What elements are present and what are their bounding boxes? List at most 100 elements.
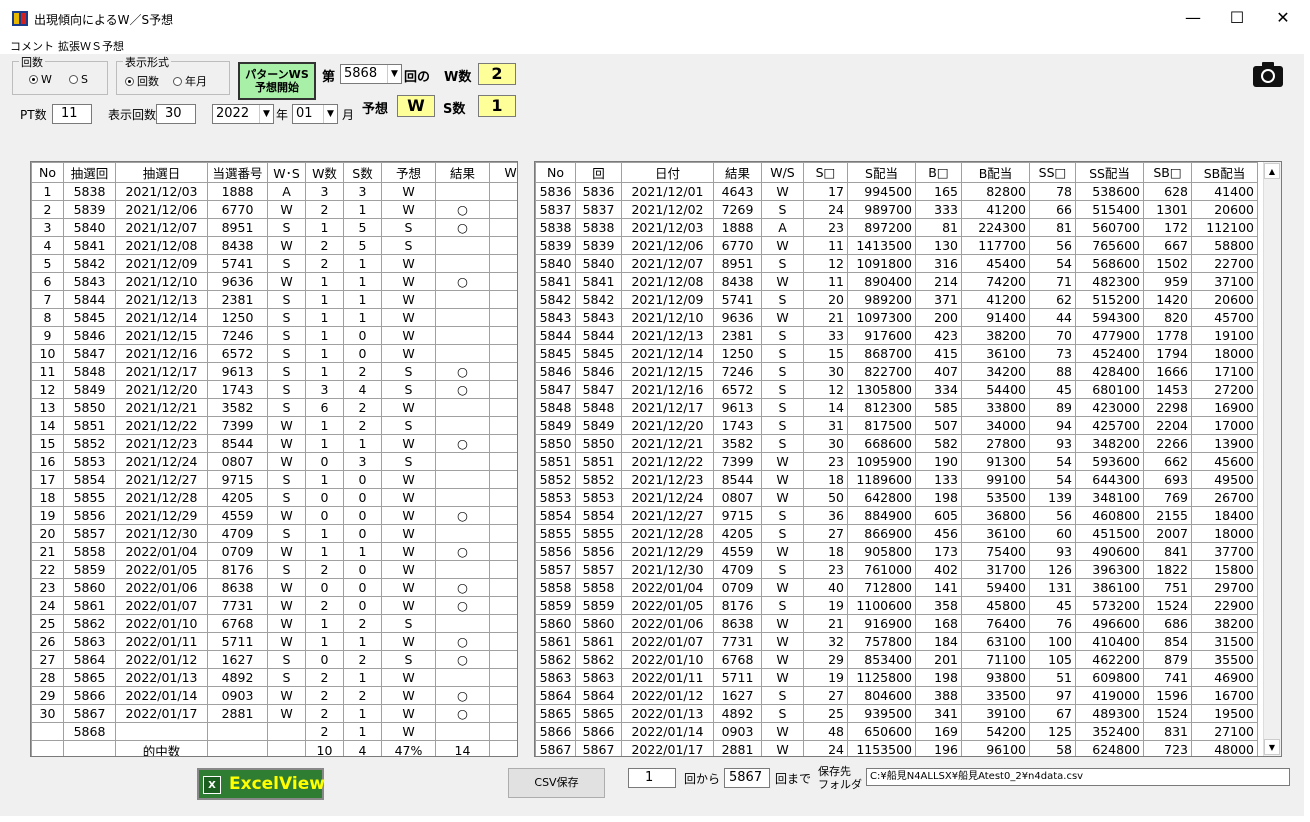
col-header-draw-round[interactable]: 抽選回	[63, 162, 116, 183]
col-header-ws[interactable]: W･S	[267, 162, 306, 183]
col-header-result[interactable]: 結果	[713, 162, 762, 183]
table-row[interactable]: 5860 5860 2022/01/06 8638 W 21 916900 168 76400 7…	[535, 614, 1258, 633]
col-header-prediction[interactable]: 予想	[381, 162, 436, 183]
table-row[interactable]: 5837 5837 2021/12/02 7269 S 24 989700 333 41200 6…	[535, 200, 1258, 219]
col-header-round[interactable]: 回	[575, 162, 622, 183]
display-count-input[interactable]: 30	[156, 104, 196, 124]
table-row[interactable]: 2 5839 2021/12/06 6770 W 2 1 W ○	[31, 200, 517, 219]
table-row[interactable]: 8 5845 2021/12/14 1250 S 1 1 W	[31, 308, 517, 327]
table-row[interactable]: 15 5852 2021/12/23 8544 W 1 1 W ○	[31, 434, 517, 453]
left-grid[interactable]: No 抽選回 抽選日 当選番号 W･S W数 S数 予想 結果 W 1 5838 2…	[30, 161, 518, 757]
col-header-date[interactable]: 日付	[621, 162, 714, 183]
col-header-w-count[interactable]: W数	[305, 162, 344, 183]
col-header-sb-winners[interactable]: SB□	[1143, 162, 1192, 183]
table-row[interactable]: 25 5862 2022/01/10 6768 W 1 2 S	[31, 614, 517, 633]
col-header-result[interactable]: 結果	[435, 162, 490, 183]
table-row[interactable]: 13 5850 2021/12/21 3582 S 6 2 W	[31, 398, 517, 417]
table-row[interactable]: 27 5864 2022/01/12 1627 S 0 2 S ○	[31, 650, 517, 669]
table-row[interactable]: 5844 5844 2021/12/13 2381 S 33 917600 423 38200 7…	[535, 326, 1258, 345]
col-header-b-winners[interactable]: B□	[915, 162, 962, 183]
pattern-ws-start-button[interactable]: パターンWS 予想開始	[238, 62, 316, 100]
radio-kaisu[interactable]: 回数	[125, 73, 159, 89]
radio-w[interactable]: W	[29, 73, 52, 86]
minimize-button[interactable]: —	[1170, 0, 1216, 36]
right-grid[interactable]: No 回 日付 結果 W/S S□ S配当 B□ B配当 SS□ SS配当 SB…	[534, 161, 1282, 757]
col-header-ss-payout[interactable]: SS配当	[1075, 162, 1144, 183]
vertical-scrollbar[interactable]: ▲ ▼	[1263, 162, 1281, 756]
table-row[interactable]: 28 5865 2022/01/13 4892 S 2 1 W	[31, 668, 517, 687]
table-row[interactable]: 5847 5847 2021/12/16 6572 S 12 1305800 334 54400…	[535, 380, 1258, 399]
col-header-b-payout[interactable]: B配当	[961, 162, 1030, 183]
year-select[interactable]: 2022 ▼	[212, 104, 274, 124]
table-row[interactable]: 30 5867 2022/01/17 2881 W 2 1 W ○	[31, 704, 517, 723]
csv-save-button[interactable]: CSV保存	[508, 768, 605, 798]
table-row[interactable]: 1 5838 2021/12/03 1888 A 3 3 W	[31, 182, 517, 201]
table-row[interactable]: 5843 5843 2021/12/10 9636 W 21 1097300 200 91400…	[535, 308, 1258, 327]
table-row[interactable]: 24 5861 2022/01/07 7731 W 2 0 W ○	[31, 596, 517, 615]
table-row[interactable]: 10 5847 2021/12/16 6572 S 1 0 W	[31, 344, 517, 363]
menu-extended-ws[interactable]: 拡張ＷＳ予想	[58, 38, 124, 54]
table-row[interactable]: 16 5853 2021/12/24 0807 W 0 3 S	[31, 452, 517, 471]
table-row[interactable]: 5841 5841 2021/12/08 8438 W 11 890400 214 74200 7…	[535, 272, 1258, 291]
table-row[interactable]: 23 5860 2022/01/06 8638 W 0 0 W ○	[31, 578, 517, 597]
scroll-up-icon[interactable]: ▲	[1264, 163, 1280, 179]
table-row[interactable]: 5861 5861 2022/01/07 7731 W 32 757800 184 63100 1…	[535, 632, 1258, 651]
excel-view-button[interactable]: X ExcelView	[197, 768, 325, 800]
scroll-down-icon[interactable]: ▼	[1264, 739, 1280, 755]
table-row[interactable]: 12 5849 2021/12/20 1743 S 3 4 S ○	[31, 380, 517, 399]
table-row[interactable]: 5845 5845 2021/12/14 1250 S 15 868700 415 36100 7…	[535, 344, 1258, 363]
table-row[interactable]: 11 5848 2021/12/17 9613 S 1 2 S ○	[31, 362, 517, 381]
col-header-no[interactable]: No	[535, 162, 576, 183]
table-row[interactable]: 17 5854 2021/12/27 9715 S 1 0 W	[31, 470, 517, 489]
col-header-draw-date[interactable]: 抽選日	[115, 162, 208, 183]
table-row[interactable]: 18 5855 2021/12/28 4205 S 0 0 W	[31, 488, 517, 507]
table-row[interactable]: 5862 5862 2022/01/10 6768 W 29 853400 201 71100 1…	[535, 650, 1258, 669]
table-row[interactable]: 5856 5856 2021/12/29 4559 W 18 905800 173 75400 9…	[535, 542, 1258, 561]
table-row[interactable]: 21 5858 2022/01/04 0709 W 1 1 W ○	[31, 542, 517, 561]
pt-input[interactable]: 11	[52, 104, 92, 124]
table-row[interactable]: 5851 5851 2021/12/22 7399 W 23 1095900 190 91300…	[535, 452, 1258, 471]
menu-comment[interactable]: コメント	[10, 38, 54, 54]
col-header-ss-winners[interactable]: SS□	[1029, 162, 1076, 183]
table-row[interactable]: 9 5846 2021/12/15 7246 S 1 0 W	[31, 326, 517, 345]
month-select[interactable]: 01 ▼	[292, 104, 338, 124]
table-row[interactable]: 5848 5848 2021/12/17 9613 S 14 812300 585 33800 8…	[535, 398, 1258, 417]
table-row[interactable]: 5867 5867 2022/01/17 2881 W 24 1153500 196 96100…	[535, 740, 1258, 756]
table-row[interactable]: 5850 5850 2021/12/21 3582 S 30 668600 582 27800 9…	[535, 434, 1258, 453]
table-row[interactable]: 5 5842 2021/12/09 5741 S 2 1 W	[31, 254, 517, 273]
table-row[interactable]: 5839 5839 2021/12/06 6770 W 11 1413500 130 11770…	[535, 236, 1258, 255]
table-row[interactable]: 5855 5855 2021/12/28 4205 S 27 866900 456 36100 6…	[535, 524, 1258, 543]
table-row[interactable]: 26 5863 2022/01/11 5711 W 1 1 W ○	[31, 632, 517, 651]
table-row[interactable]: 20 5857 2021/12/30 4709 S 1 0 W	[31, 524, 517, 543]
col-header-s-count[interactable]: S数	[343, 162, 382, 183]
table-row[interactable]: 5854 5854 2021/12/27 9715 S 36 884900 605 36800 5…	[535, 506, 1258, 525]
table-row[interactable]: 5858 5858 2022/01/04 0709 W 40 712800 141 59400 1…	[535, 578, 1258, 597]
table-row[interactable]: 5838 5838 2021/12/03 1888 A 23 897200 81 224300 8…	[535, 218, 1258, 237]
col-header-s-payout[interactable]: S配当	[847, 162, 916, 183]
radio-s[interactable]: S	[69, 73, 88, 86]
col-header-w-extra[interactable]: W	[489, 162, 517, 183]
table-row[interactable]: 5840 5840 2021/12/07 8951 S 12 1091800 316 45400…	[535, 254, 1258, 273]
table-row[interactable]: 5842 5842 2021/12/09 5741 S 20 989200 371 41200 6…	[535, 290, 1258, 309]
table-row[interactable]: 5859 5859 2022/01/05 8176 S 19 1100600 358 45800…	[535, 596, 1258, 615]
table-row[interactable]: 3 5840 2021/12/07 8951 S 1 5 S ○	[31, 218, 517, 237]
maximize-button[interactable]: ☐	[1214, 0, 1260, 36]
table-row[interactable]: 5865 5865 2022/01/13 4892 S 25 939500 341 39100 6…	[535, 704, 1258, 723]
table-row[interactable]: 29 5866 2022/01/14 0903 W 2 2 W ○	[31, 686, 517, 705]
table-row[interactable]: 5849 5849 2021/12/20 1743 S 31 817500 507 34000 9…	[535, 416, 1258, 435]
col-header-ws[interactable]: W/S	[761, 162, 804, 183]
round-select[interactable]: 5868 ▼	[340, 64, 402, 84]
col-header-s-winners[interactable]: S□	[803, 162, 848, 183]
table-row[interactable]: 5857 5857 2021/12/30 4709 S 23 761000 402 31700 1…	[535, 560, 1258, 579]
table-row[interactable]: 5866 5866 2022/01/14 0903 W 48 650600 169 54200 1…	[535, 722, 1258, 741]
table-row[interactable]: 5868 2 1 W	[31, 722, 517, 741]
table-row[interactable]: 5852 5852 2021/12/23 8544 W 18 1189600 133 99100…	[535, 470, 1258, 489]
close-button[interactable]: ✕	[1260, 0, 1306, 36]
table-row[interactable]: 4 5841 2021/12/08 8438 W 2 5 S	[31, 236, 517, 255]
table-row[interactable]: 5864 5864 2022/01/12 1627 S 27 804600 388 33500 9…	[535, 686, 1258, 705]
table-row[interactable]: 5853 5853 2021/12/24 0807 W 50 642800 198 53500 1…	[535, 488, 1258, 507]
table-row[interactable]: 7 5844 2021/12/13 2381 S 1 1 W	[31, 290, 517, 309]
table-row[interactable]: 19 5856 2021/12/29 4559 W 0 0 W ○	[31, 506, 517, 525]
table-row[interactable]: 5846 5846 2021/12/15 7246 S 30 822700 407 34200 8…	[535, 362, 1258, 381]
col-header-sb-payout[interactable]: SB配当	[1191, 162, 1258, 183]
